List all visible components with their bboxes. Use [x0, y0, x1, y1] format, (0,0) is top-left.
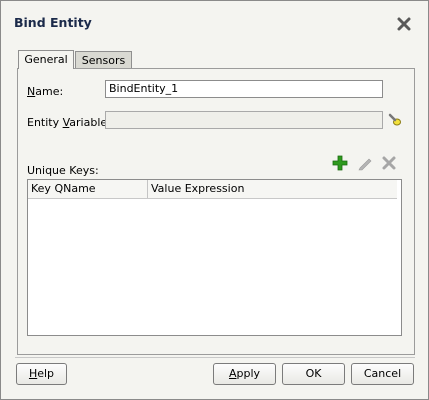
divider: [15, 357, 415, 358]
unique-keys-label: Unique Keys:: [27, 164, 99, 177]
entity-variable-label: Entity Variable:: [27, 116, 111, 129]
add-icon[interactable]: [332, 155, 348, 171]
bind-entity-dialog: Bind Entity General Sensors Name: BindEn…: [0, 0, 429, 400]
tab-sensors[interactable]: Sensors: [75, 51, 132, 69]
close-icon[interactable]: [396, 16, 412, 32]
column-header-key-qname[interactable]: Key QName: [28, 180, 148, 198]
tab-general[interactable]: General: [18, 50, 74, 69]
ok-button[interactable]: OK: [282, 363, 345, 385]
entity-variable-field[interactable]: [105, 111, 383, 129]
help-button[interactable]: Help: [16, 363, 67, 385]
apply-button[interactable]: Apply: [213, 363, 276, 385]
unique-keys-table[interactable]: Key QName Value Expression: [27, 179, 402, 336]
name-field[interactable]: BindEntity_1: [105, 80, 383, 98]
dialog-title: Bind Entity: [14, 15, 92, 30]
cancel-button[interactable]: Cancel: [351, 363, 414, 385]
flashlight-icon[interactable]: [387, 112, 403, 128]
column-header-value-expression[interactable]: Value Expression: [148, 180, 397, 198]
table-header: Key QName Value Expression: [28, 180, 397, 199]
delete-icon[interactable]: [381, 155, 397, 171]
name-label: Name:: [27, 85, 64, 98]
edit-icon[interactable]: [357, 155, 373, 171]
